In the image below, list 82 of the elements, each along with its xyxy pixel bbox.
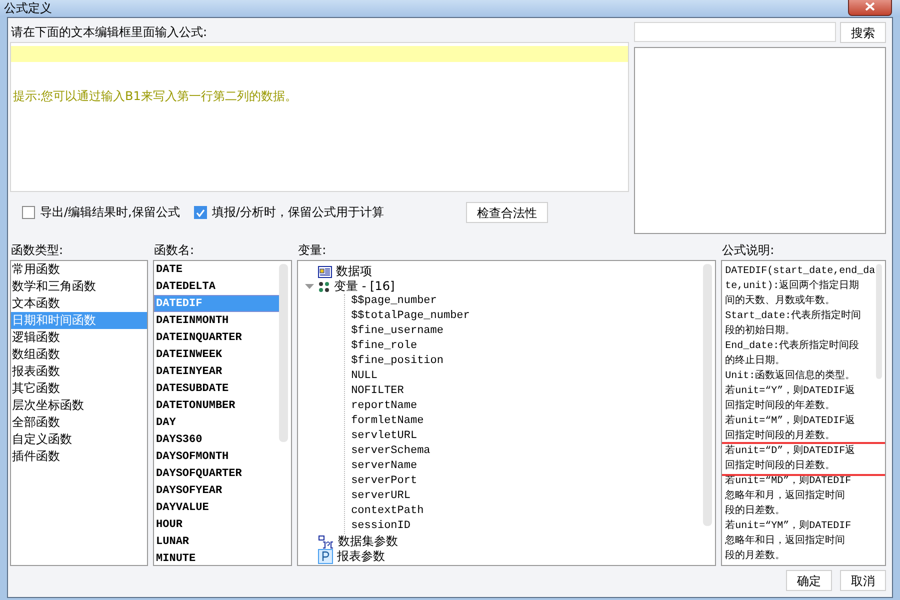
- list-item[interactable]: 数组函数: [11, 346, 148, 363]
- description-text: Start_date:代表所指定时间 段的初始日期。: [725, 309, 862, 339]
- list-item[interactable]: 全部函数: [11, 414, 148, 431]
- list-item[interactable]: 层次坐标函数: [11, 397, 148, 414]
- tree-item[interactable]: serverURL: [345, 489, 716, 504]
- search-field[interactable]: [634, 22, 836, 42]
- list-item[interactable]: DAY: [154, 414, 282, 431]
- tree-item[interactable]: $$page_number: [345, 294, 716, 309]
- search-button[interactable]: 搜索: [840, 22, 886, 43]
- window-title: 公式定义: [4, 0, 52, 17]
- description-text: Unit:函数返回信息的类型。: [725, 369, 856, 384]
- check-button[interactable]: 检查合法性: [466, 202, 548, 223]
- tree-item[interactable]: 数据集参数: [338, 533, 398, 550]
- tree-item[interactable]: $fine_position: [345, 354, 716, 369]
- list-item[interactable]: DATEINYEAR: [154, 363, 282, 380]
- list-label: 变量:: [297, 242, 328, 259]
- tree-item[interactable]: serverName: [345, 459, 716, 474]
- list-item[interactable]: 文本函数: [11, 295, 148, 312]
- list-item[interactable]: 常用函数: [11, 261, 148, 278]
- tree-item[interactable]: serverPort: [345, 474, 716, 489]
- list-item[interactable]: 其它函数: [11, 380, 148, 397]
- description-text: 若unit=“Y”，则DATEDIF返 回指定时间段的年差数。: [725, 384, 856, 414]
- parameter-icon: [318, 534, 334, 548]
- caret-icon[interactable]: [304, 284, 314, 290]
- list-item[interactable]: DATEINQUARTER: [154, 329, 282, 346]
- editor-label: 请在下面的文本编辑框里面输入公式:: [10, 24, 208, 41]
- list-item[interactable]: DAYSOFYEAR: [154, 482, 282, 499]
- scrollbar-thumb[interactable]: [279, 264, 288, 442]
- list-item[interactable]: DAYSOFQUARTER: [154, 465, 282, 482]
- list-item[interactable]: DATEDELTA: [154, 278, 282, 295]
- scrollbar-thumb[interactable]: [703, 264, 712, 526]
- list-item[interactable]: DATEINWEEK: [154, 346, 282, 363]
- list-item[interactable]: 报表函数: [11, 363, 148, 380]
- list-item[interactable]: 自定义函数: [11, 431, 148, 448]
- tree-item[interactable]: reportName: [345, 399, 716, 414]
- tree-item[interactable]: 变量 - [16]: [334, 278, 395, 295]
- description-text: 若unit=“M”，则DATEDIF返 回指定时间段的月差数。: [725, 414, 856, 444]
- scrollbar-thumb[interactable]: [876, 264, 882, 379]
- list-item[interactable]: 逻辑函数: [11, 329, 148, 346]
- list-item[interactable]: DAYVALUE: [154, 499, 282, 516]
- list-item[interactable]: DATE: [154, 261, 282, 278]
- list-item[interactable]: DATETONUMBER: [154, 397, 282, 414]
- description-text: DATEDIF(start_date,end_da te,unit):返回两个指定日期 间的天数、月数或年数。: [725, 264, 876, 309]
- dialog-button[interactable]: 确定: [786, 570, 832, 591]
- tree-item[interactable]: servletURL: [345, 429, 716, 444]
- close-icon: [865, 2, 875, 11]
- list-item[interactable]: 数学和三角函数: [11, 278, 148, 295]
- list-item[interactable]: LUNAR: [154, 533, 282, 550]
- list-item[interactable]: DAYS360: [154, 431, 282, 448]
- checkbox[interactable]: [194, 206, 207, 219]
- list-item[interactable]: DATESUBDATE: [154, 380, 282, 397]
- tree-item[interactable]: formletName: [345, 414, 716, 429]
- close-button[interactable]: [848, 0, 892, 16]
- tree-item[interactable]: $$totalPage_number: [345, 309, 716, 324]
- variable-icon: [318, 280, 330, 292]
- option-label: 导出/编辑结果时,保留公式: [40, 204, 180, 221]
- description-text: 若unit=“YM”，则DATEDIF 忽略年和日，返回指定时间 段的月差数。: [725, 519, 852, 564]
- option-label: 填报/分析时，保留公式用于计算: [212, 204, 384, 221]
- checkbox[interactable]: [22, 206, 35, 219]
- list-label: 函数名:: [153, 242, 196, 259]
- list-item[interactable]: MINUTE: [154, 550, 282, 565]
- tree-item[interactable]: 报表参数: [337, 548, 386, 565]
- list-icon: [318, 266, 332, 278]
- dialog-button[interactable]: 取消: [840, 570, 886, 591]
- list-label: 公式说明:: [721, 242, 776, 259]
- description-text: End_date:代表所指定时间段 的终止日期。: [725, 339, 860, 369]
- tree-item[interactable]: NOFILTER: [345, 384, 716, 399]
- list-item[interactable]: 插件函数: [11, 448, 148, 465]
- tree-item[interactable]: 数据项: [336, 263, 372, 280]
- tree-item[interactable]: serverSchema: [345, 444, 716, 459]
- parameter-icon: [318, 549, 334, 564]
- list-label: 函数类型:: [10, 242, 64, 259]
- tree-item[interactable]: NULL: [345, 369, 716, 384]
- tree-item[interactable]: contextPath: [345, 504, 716, 519]
- tree-item[interactable]: $fine_username: [345, 324, 716, 339]
- list-item[interactable]: DAYSOFMONTH: [154, 448, 282, 465]
- tree-item[interactable]: $fine_role: [345, 339, 716, 354]
- tree-item[interactable]: sessionID: [345, 519, 716, 534]
- list-item[interactable]: HOUR: [154, 516, 282, 533]
- list-item[interactable]: DATEINMONTH: [154, 312, 282, 329]
- hint-text: 提示:您可以通过输入B1来写入第一行第二列的数据。: [12, 88, 298, 105]
- description-text: 若unit=“D”，则DATEDIF返 回指定时间段的日差数。: [722, 442, 885, 476]
